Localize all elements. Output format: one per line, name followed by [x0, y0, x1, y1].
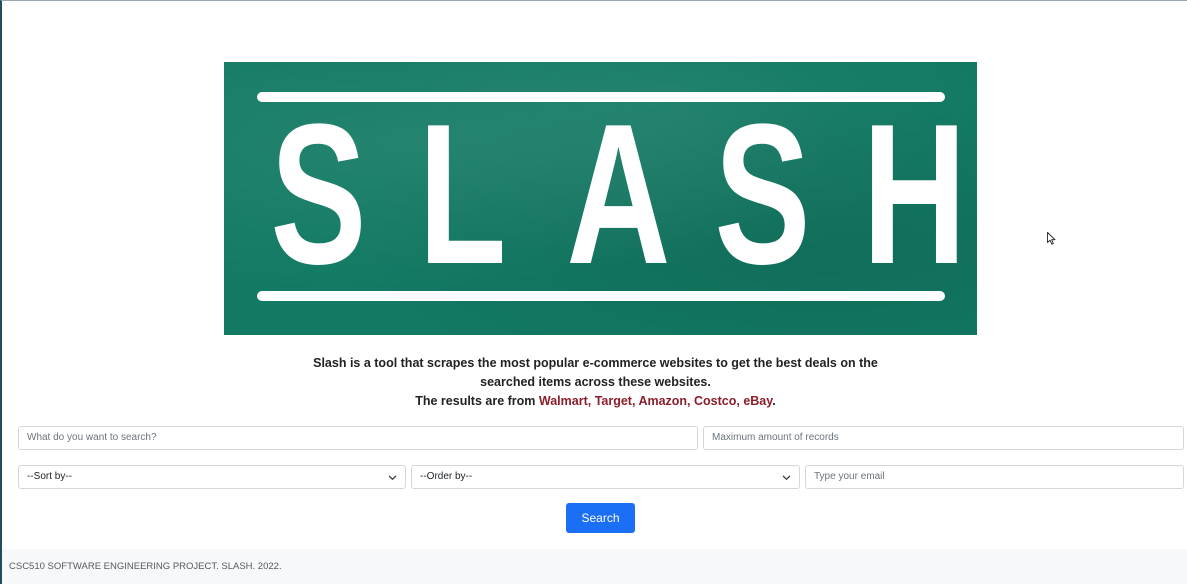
logo-bottom-bar [257, 291, 945, 301]
logo-letters: S L A S H [257, 83, 967, 306]
email-input[interactable] [814, 466, 1175, 487]
logo-letter: A [566, 83, 671, 306]
logo-letter: L [418, 83, 507, 306]
order-by-value: --Order by-- [420, 471, 473, 482]
page: S L A S H Slash is a tool that scrapes t… [0, 0, 1187, 584]
sort-by-select[interactable]: --Sort by-- [18, 465, 406, 489]
chevron-down-icon [388, 475, 397, 480]
footer: CSC510 SOFTWARE ENGINEERING PROJECT. SLA… [2, 549, 1187, 584]
tool-description: Slash is a tool that scrapes the most po… [2, 354, 1187, 411]
slash-logo-banner: S L A S H [224, 62, 977, 335]
mouse-cursor-icon [1047, 232, 1056, 245]
chevron-down-icon [782, 475, 791, 480]
search-button[interactable]: Search [566, 503, 635, 533]
description-line-2: searched items across these websites. [480, 375, 711, 389]
logo-letter: S [270, 83, 367, 306]
logo-letter: S [714, 83, 811, 306]
supported-sites: Walmart, Target, Amazon, Costco, eBay [538, 394, 773, 408]
order-by-select[interactable]: --Order by-- [411, 465, 800, 489]
email-field[interactable] [805, 465, 1184, 489]
description-line-3: The results are from Walmart, Target, Am… [2, 392, 1187, 411]
max-records-input[interactable] [712, 427, 1175, 448]
search-input[interactable] [27, 427, 689, 448]
description-line-1: Slash is a tool that scrapes the most po… [313, 356, 878, 370]
sort-by-value: --Sort by-- [27, 471, 72, 482]
max-records-field[interactable] [703, 426, 1184, 450]
footer-text: CSC510 SOFTWARE ENGINEERING PROJECT. SLA… [9, 561, 282, 572]
description-suffix: . [772, 394, 776, 408]
logo-letter: H [862, 83, 967, 306]
search-field[interactable] [18, 426, 698, 450]
description-prefix: The results are from [415, 394, 539, 408]
